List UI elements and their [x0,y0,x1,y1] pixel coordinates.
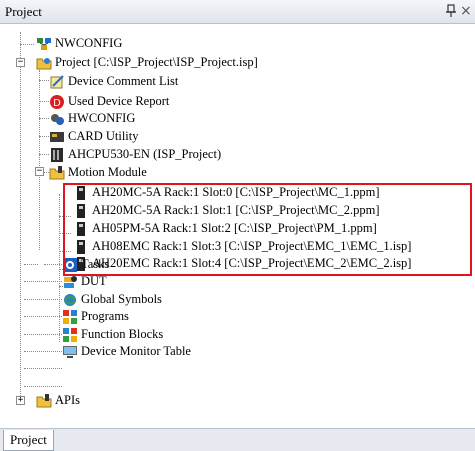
function-blocks-icon [62,327,78,343]
motion-module-collapse-toggle[interactable]: − [35,167,44,176]
tree-item-tasks[interactable]: Tasks [62,256,109,273]
tree-item-motion-module-2[interactable]: AH05PM-5A Rack:1 Slot:2 [C:\ISP_Project\… [73,220,377,237]
tree-item-label: Motion Module [68,165,147,179]
motion-module-icon [73,239,89,255]
apis-folder-icon [36,393,52,409]
tree-item-function-blocks[interactable]: Function Blocks [62,326,163,343]
apis-expand-toggle[interactable]: + [16,396,25,405]
tree-item-project[interactable]: Project [C:\ISP_Project\ISP_Project.isp] [36,54,258,71]
tree-item-motion-module-0[interactable]: AH20MC-5A Rack:1 Slot:0 [C:\ISP_Project\… [73,184,380,201]
pin-icon[interactable] [446,4,458,20]
tree-item-device-comment-list[interactable]: Device Comment List [49,73,178,90]
tree-item-label: AH08EMC Rack:1 Slot:3 [C:\ISP_Project\EM… [92,239,412,253]
global-symbols-icon [62,292,78,308]
tree-item-label: Project [C:\ISP_Project\ISP_Project.isp] [55,55,258,69]
project-tree: − − + NWCONFIG Project [C:\ISP_Project\I… [0,24,475,416]
tree-item-used-device-report[interactable]: D Used Device Report [49,93,169,110]
tree-item-label: Used Device Report [68,94,170,108]
tree-item-label: Tasks [81,257,110,271]
tree-item-label: Function Blocks [81,327,164,341]
tree-item-nwconfig[interactable]: NWCONFIG [36,35,122,52]
tree-item-motion-module-4[interactable]: AH20EMC Rack:1 Slot:4 [C:\ISP_Project\EM… [73,255,411,272]
tree-item-label: CARD Utility [68,129,139,143]
device-report-icon: D [49,94,65,110]
tree-item-label: Device Monitor Table [81,344,191,358]
plc-cpu-icon [49,147,65,163]
tree-item-motion-module-3[interactable]: AH08EMC Rack:1 Slot:3 [C:\ISP_Project\EM… [73,238,411,255]
tree-item-label: NWCONFIG [55,36,123,50]
tree-bottom-gap [0,416,475,428]
motion-module-icon [73,221,89,237]
tree-item-label: Global Symbols [81,292,162,306]
svg-text:D: D [53,98,61,109]
panel-title: Project [5,4,42,19]
tree-item-label: Device Comment List [68,74,179,88]
card-icon [49,129,65,145]
tree-item-label: AHCPU530-EN (ISP_Project) [68,147,222,161]
tree-item-hwconfig[interactable]: HWCONFIG [49,110,135,127]
tasks-icon [62,257,78,273]
comment-list-icon [49,74,65,90]
tree-item-global-symbols[interactable]: Global Symbols [62,291,162,308]
panel-header: Project × [0,0,475,24]
tree-item-programs[interactable]: Programs [62,308,129,325]
hardware-config-icon [49,111,65,127]
programs-icon [62,309,78,325]
tree-item-label: DUT [81,274,107,288]
tree-item-label: AH20MC-5A Rack:1 Slot:0 [C:\ISP_Project\… [92,185,380,199]
motion-module-folder-icon [49,165,65,181]
monitor-table-icon [62,344,78,360]
motion-module-icon [73,203,89,219]
tree-item-label: APIs [55,393,81,407]
tree-item-label: HWCONFIG [68,111,136,125]
tree-item-label: AH20MC-5A Rack:1 Slot:1 [C:\ISP_Project\… [92,203,380,217]
bottom-tab-strip [0,428,475,451]
project-collapse-toggle[interactable]: − [16,58,25,67]
tree-item-apis[interactable]: APIs [36,392,80,409]
tree-item-label: Programs [81,309,129,323]
tree-item-cpu[interactable]: AHCPU530-EN (ISP_Project) [49,146,221,163]
tree-item-card-utility[interactable]: CARD Utility [49,128,139,145]
close-icon[interactable]: × [460,3,474,19]
motion-module-icon [73,185,89,201]
project-folder-icon [36,55,52,71]
tree-item-label: AH20EMC Rack:1 Slot:4 [C:\ISP_Project\EM… [92,256,412,270]
dut-icon [62,274,78,290]
tree-item-dut[interactable]: DUT [62,273,107,290]
tree-item-device-monitor-table[interactable]: Device Monitor Table [62,343,191,360]
network-config-icon [36,36,52,52]
tree-item-motion-module-1[interactable]: AH20MC-5A Rack:1 Slot:1 [C:\ISP_Project\… [73,202,380,219]
tree-item-motion-module[interactable]: Motion Module [49,164,147,181]
tree-item-label: AH05PM-5A Rack:1 Slot:2 [C:\ISP_Project\… [92,221,377,235]
tab-project[interactable]: Project [3,430,54,451]
